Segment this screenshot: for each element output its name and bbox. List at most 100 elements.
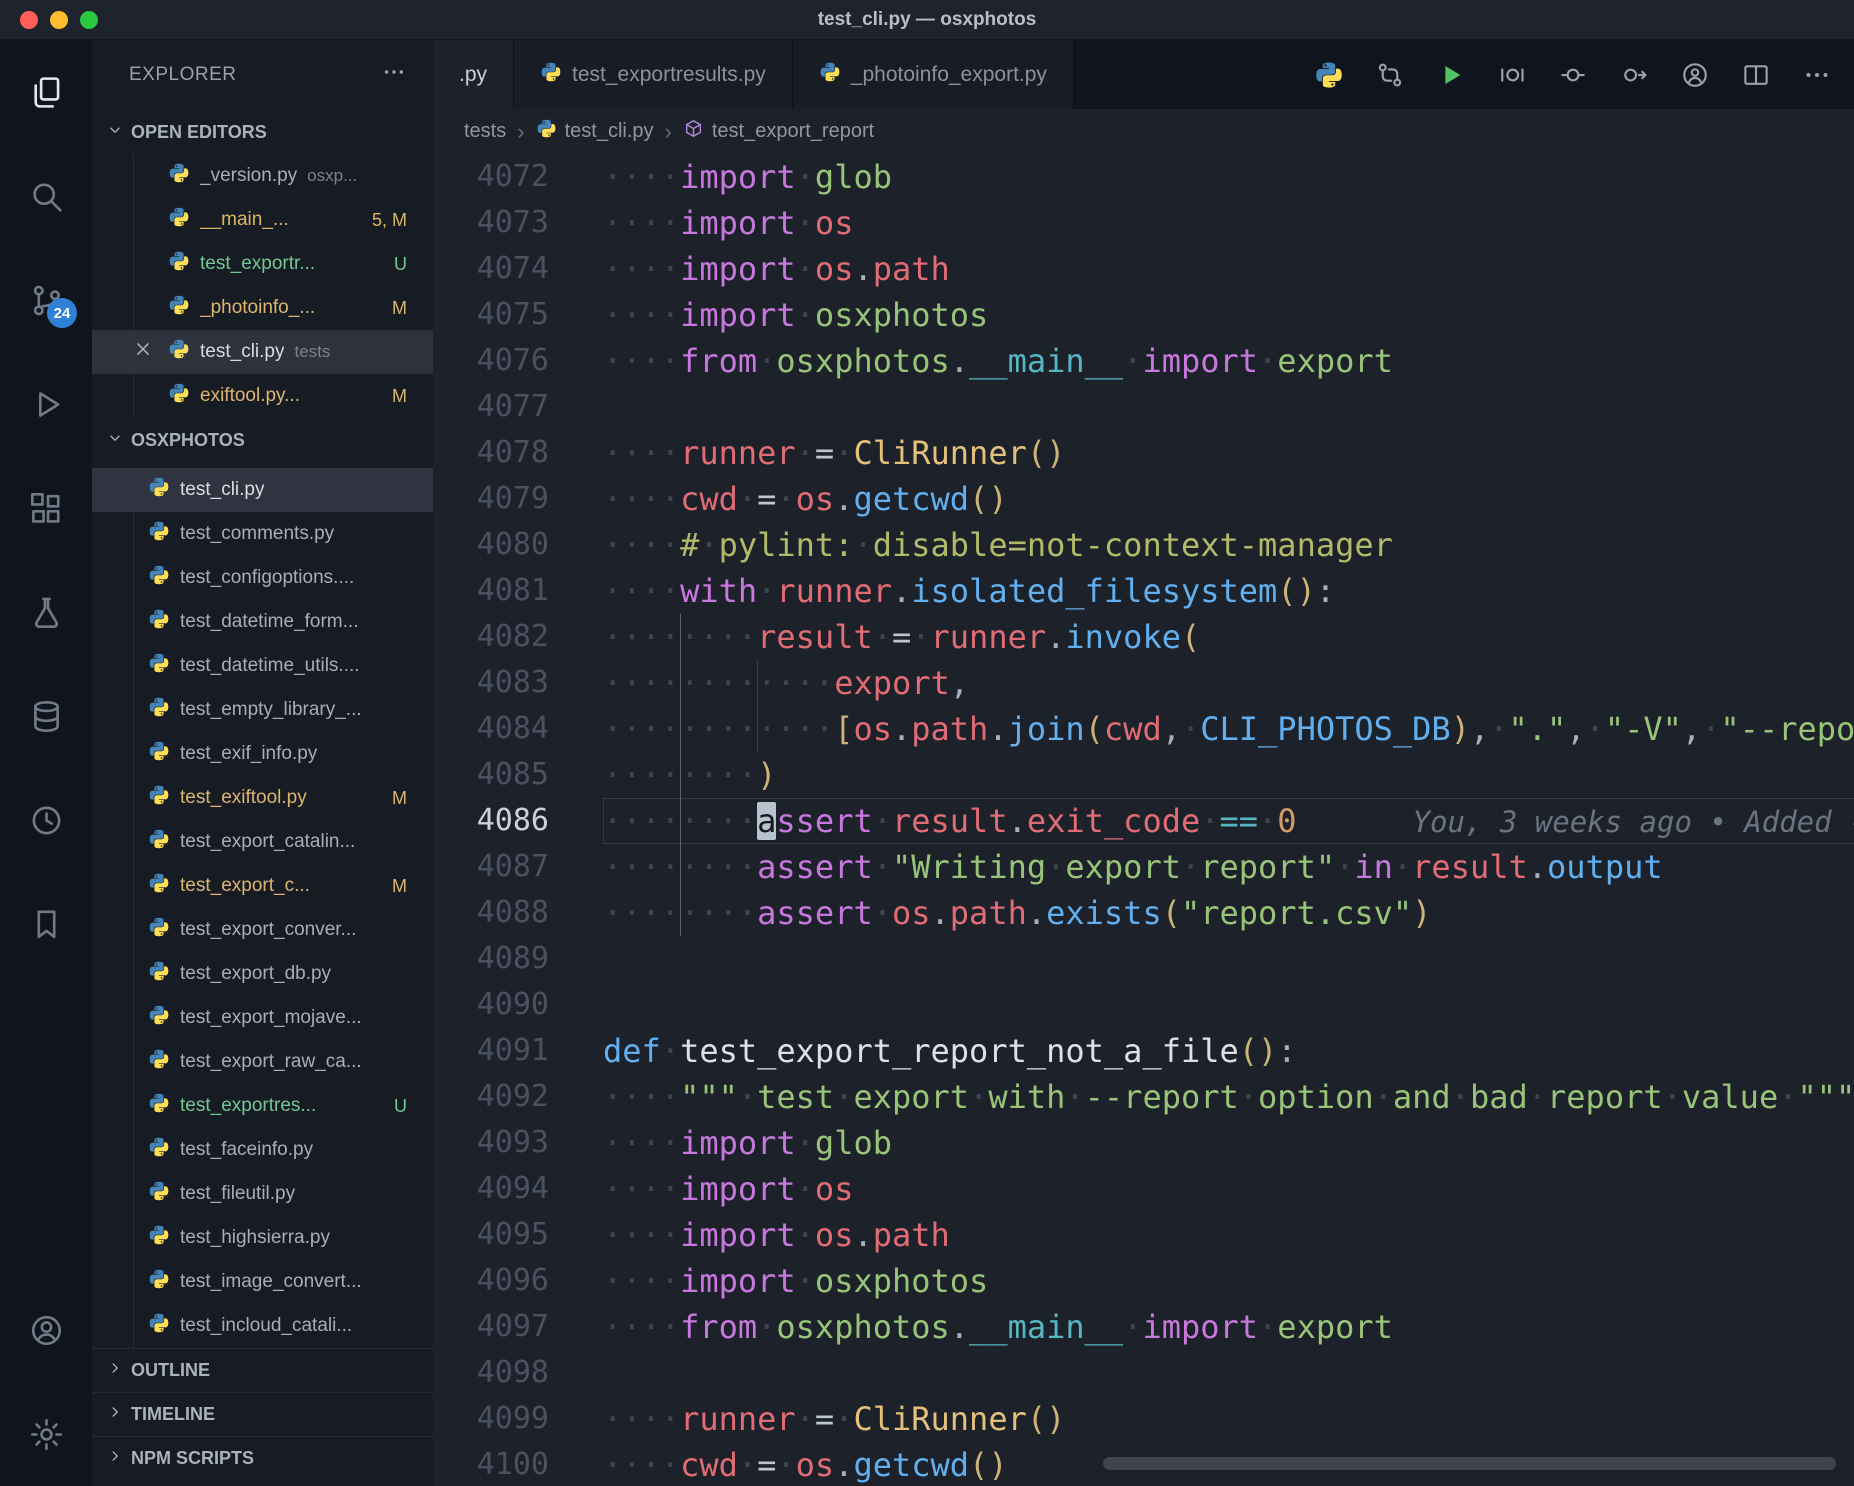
breadcrumb-item[interactable]: test_export_report: [683, 118, 874, 145]
code-line-4075[interactable]: 4075····import·osxphotos: [433, 292, 1854, 338]
code-line-4096[interactable]: 4096····import·osxphotos: [433, 1258, 1854, 1304]
file-tree-item[interactable]: test_export_raw_ca...: [92, 1040, 433, 1084]
line-number[interactable]: 4079: [433, 476, 603, 522]
section-header-timeline[interactable]: TIMELINE: [92, 1392, 433, 1436]
line-number[interactable]: 4083: [433, 660, 603, 706]
line-number[interactable]: 4098: [433, 1350, 603, 1396]
code-line-4097[interactable]: 4097····from·osxphotos.__main__·import·e…: [433, 1304, 1854, 1350]
code-line-4090[interactable]: 4090: [433, 982, 1854, 1028]
code-line-4072[interactable]: 4072····import·glob: [433, 154, 1854, 200]
code-line-4077[interactable]: 4077: [433, 384, 1854, 430]
file-tree-item[interactable]: test_configoptions....: [92, 556, 433, 600]
file-tree-item[interactable]: test_exiftool.pyM: [92, 776, 433, 820]
line-number[interactable]: 4080: [433, 522, 603, 568]
line-number[interactable]: 4076: [433, 338, 603, 384]
file-tree-item[interactable]: test_highsierra.py: [92, 1216, 433, 1260]
file-tree-item[interactable]: test_image_convert...: [92, 1260, 433, 1304]
file-tree-item[interactable]: test_datetime_utils....: [92, 644, 433, 688]
line-number[interactable]: 4091: [433, 1028, 603, 1074]
file-tree-item[interactable]: test_incloud_catali...: [92, 1304, 433, 1348]
line-number[interactable]: 4082: [433, 614, 603, 660]
open-editors-section-header[interactable]: OPEN EDITORS: [92, 110, 433, 154]
line-number[interactable]: 4094: [433, 1166, 603, 1212]
bookmarks-icon[interactable]: [0, 872, 92, 976]
code-editor[interactable]: 4072····import·glob4073····import·os4074…: [433, 154, 1854, 1486]
line-number[interactable]: 4093: [433, 1120, 603, 1166]
code-line-4079[interactable]: 4079····cwd·=·os.getcwd(): [433, 476, 1854, 522]
source-control-icon[interactable]: 24: [0, 248, 92, 352]
line-number[interactable]: 4097: [433, 1304, 603, 1350]
editor-tab[interactable]: test_exportresults.py: [514, 40, 793, 109]
horizontal-scrollbar[interactable]: [1103, 1457, 1836, 1470]
python-icon[interactable]: [1314, 60, 1344, 90]
more-actions-icon[interactable]: [381, 59, 407, 91]
files-section-header[interactable]: OSXPHOTOS: [92, 418, 433, 462]
code-line-4073[interactable]: 4073····import·os: [433, 200, 1854, 246]
file-tree-item[interactable]: test_datetime_form...: [92, 600, 433, 644]
split-editor-icon[interactable]: [1741, 60, 1771, 90]
code-line-4089[interactable]: 4089: [433, 936, 1854, 982]
line-number[interactable]: 4095: [433, 1212, 603, 1258]
breadcrumb-item[interactable]: tests: [464, 120, 506, 143]
open-editor-item[interactable]: _version.pyosxp...: [92, 154, 433, 198]
file-tree-item[interactable]: test_fileutil.py: [92, 1172, 433, 1216]
code-line-4086[interactable]: 4086········assert·result.exit_code·==·0…: [433, 798, 1854, 844]
code-line-4083[interactable]: 4083············export,: [433, 660, 1854, 706]
code-line-4088[interactable]: 4088········assert·os.path.exists("repor…: [433, 890, 1854, 936]
code-line-4094[interactable]: 4094····import·os: [433, 1166, 1854, 1212]
code-line-4085[interactable]: 4085········): [433, 752, 1854, 798]
compare-changes-icon[interactable]: [1375, 60, 1405, 90]
code-line-4093[interactable]: 4093····import·glob: [433, 1120, 1854, 1166]
interactive-window-right-icon[interactable]: [1619, 60, 1649, 90]
code-line-4082[interactable]: 4082········result·=·runner.invoke(: [433, 614, 1854, 660]
line-number[interactable]: 4092: [433, 1074, 603, 1120]
editor-tab[interactable]: _photoinfo_export.py: [793, 40, 1074, 109]
file-tree-item[interactable]: test_exif_info.py: [92, 732, 433, 776]
section-header-npm-scripts[interactable]: NPM SCRIPTS: [92, 1436, 433, 1480]
line-number[interactable]: 4077: [433, 384, 603, 430]
code-line-4080[interactable]: 4080····#·pylint:·disable=not-context-ma…: [433, 522, 1854, 568]
open-editor-item[interactable]: __main_...5, M: [92, 198, 433, 242]
file-tree-item[interactable]: test_cli.py: [92, 468, 433, 512]
code-line-4084[interactable]: 4084············[os.path.join(cwd,·CLI_P…: [433, 706, 1854, 752]
line-number[interactable]: 4086: [433, 798, 603, 844]
file-tree-item[interactable]: test_empty_library_...: [92, 688, 433, 732]
line-number[interactable]: 4073: [433, 200, 603, 246]
line-number[interactable]: 4072: [433, 154, 603, 200]
interactive-window-icon[interactable]: [1558, 60, 1588, 90]
open-editor-item[interactable]: test_cli.pytests: [92, 330, 433, 374]
open-editor-item[interactable]: test_exportr...U: [92, 242, 433, 286]
interactive-window-left-icon[interactable]: [1497, 60, 1527, 90]
file-tree-item[interactable]: test_export_catalin...: [92, 820, 433, 864]
line-number[interactable]: 4088: [433, 890, 603, 936]
more-actions-icon[interactable]: [1802, 60, 1832, 90]
code-line-4078[interactable]: 4078····runner·=·CliRunner(): [433, 430, 1854, 476]
run-python-file-icon[interactable]: [1436, 60, 1466, 90]
search-icon[interactable]: [0, 144, 92, 248]
code-line-4092[interactable]: 4092····"""·test·export·with·--report·op…: [433, 1074, 1854, 1120]
file-tree-item[interactable]: test_export_conver...: [92, 908, 433, 952]
run-and-debug-icon[interactable]: [0, 352, 92, 456]
database-icon[interactable]: [0, 664, 92, 768]
code-line-4091[interactable]: 4091def·test_export_report_not_a_file():: [433, 1028, 1854, 1074]
file-tree-item[interactable]: test_export_mojave...: [92, 996, 433, 1040]
line-number[interactable]: 4074: [433, 246, 603, 292]
line-number[interactable]: 4075: [433, 292, 603, 338]
line-number[interactable]: 4096: [433, 1258, 603, 1304]
explorer-icon[interactable]: [0, 40, 92, 144]
open-editor-item[interactable]: exiftool.py...M: [92, 374, 433, 418]
line-number[interactable]: 4084: [433, 706, 603, 752]
code-line-4074[interactable]: 4074····import·os.path: [433, 246, 1854, 292]
profile-icon[interactable]: [1680, 60, 1710, 90]
code-line-4076[interactable]: 4076····from·osxphotos.__main__·import·e…: [433, 338, 1854, 384]
code-line-4087[interactable]: 4087········assert·"Writing·export·repor…: [433, 844, 1854, 890]
line-number[interactable]: 4089: [433, 936, 603, 982]
line-number[interactable]: 4085: [433, 752, 603, 798]
editor-tab[interactable]: .py: [433, 40, 514, 109]
line-number[interactable]: 4100: [433, 1442, 603, 1486]
open-editor-item[interactable]: _photoinfo_...M: [92, 286, 433, 330]
settings-icon[interactable]: [0, 1382, 92, 1486]
close-editor-icon[interactable]: [132, 338, 154, 366]
code-line-4098[interactable]: 4098: [433, 1350, 1854, 1396]
testing-icon[interactable]: [0, 560, 92, 664]
